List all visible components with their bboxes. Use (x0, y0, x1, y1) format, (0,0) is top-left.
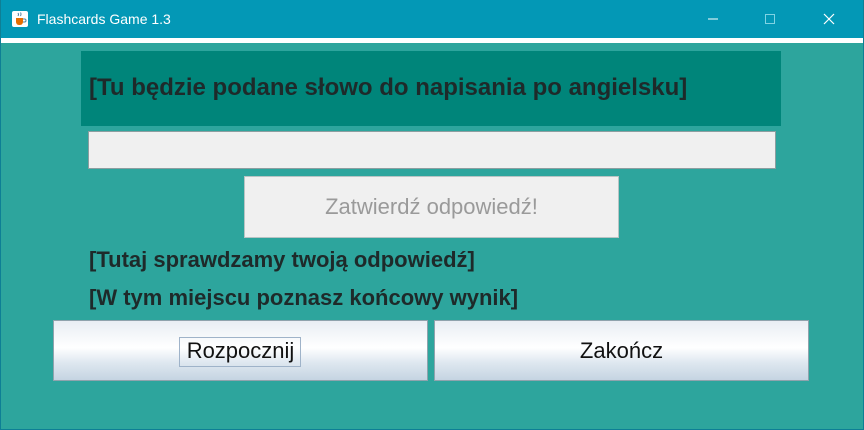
result-label: [W tym miejscu poznasz końcowy wynik] (89, 285, 519, 310)
prompt-label: [Tu będzie podane słowo do napisania po … (89, 74, 688, 101)
end-button[interactable]: Zakończ (434, 320, 809, 381)
confirm-answer-button[interactable]: Zatwierdź odpowiedź! (244, 176, 619, 238)
maximize-icon (765, 14, 775, 24)
start-button[interactable]: Rozpocznij (53, 320, 428, 381)
minimize-icon (708, 18, 718, 20)
window-title: Flashcards Game 1.3 (37, 11, 171, 27)
start-button-label: Rozpocznij (186, 338, 295, 363)
app-window: Flashcards Game 1.3 [Tu będzie podane sł… (0, 0, 864, 430)
close-icon (823, 13, 835, 25)
feedback-label: [Tutaj sprawdzamy twoją odpowiedź] (89, 247, 475, 272)
java-cup-icon (11, 10, 29, 28)
title-bar[interactable]: Flashcards Game 1.3 (1, 0, 863, 38)
maximize-button[interactable] (747, 0, 793, 38)
answer-input[interactable] (88, 131, 776, 169)
minimize-button[interactable] (690, 0, 736, 38)
end-button-label: Zakończ (579, 338, 664, 363)
close-button[interactable] (806, 0, 852, 38)
menu-strip (1, 38, 863, 43)
